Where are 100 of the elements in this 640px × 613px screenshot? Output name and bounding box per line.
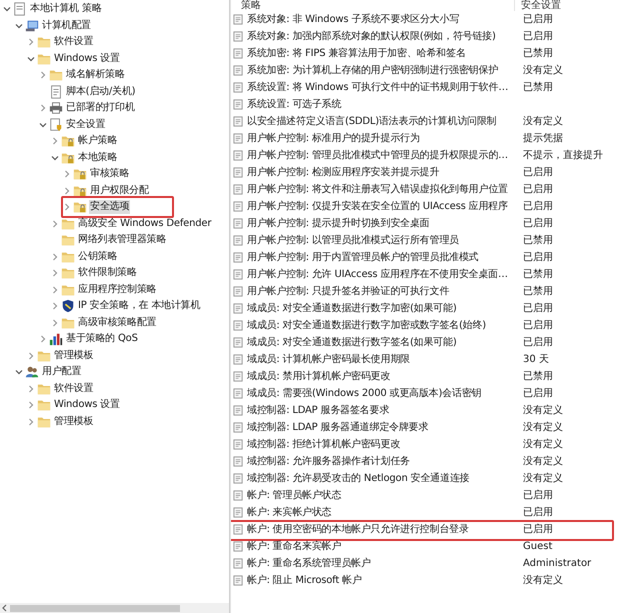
policy-setting: 已启用 — [522, 166, 553, 180]
locked-folder-icon — [61, 134, 75, 148]
policy-name: 系统设置: 可选子系统 — [247, 98, 342, 112]
policy-icon — [233, 490, 244, 501]
expand-chevron-icon[interactable] — [50, 252, 60, 262]
policy-name: 帐户: 重命名来宾帐户 — [247, 540, 342, 554]
printer-icon — [49, 101, 63, 116]
tree-item[interactable]: Windows 设置 — [53, 52, 121, 66]
policy-icon — [233, 116, 244, 127]
policy-setting: 没有定义 — [522, 454, 563, 468]
policy-icon — [233, 65, 244, 76]
expand-chevron-icon[interactable] — [62, 186, 72, 196]
expand-chevron-icon[interactable] — [26, 400, 36, 410]
tree-item[interactable]: 本地计算机 策略 — [29, 2, 103, 16]
policy-icon — [233, 167, 244, 178]
tree-item[interactable]: 高级审核策略配置 — [77, 316, 158, 330]
policy-icon — [233, 14, 244, 25]
policy-name: 域成员: 禁用计算机帐户密码更改 — [247, 370, 392, 384]
expand-chevron-icon[interactable] — [26, 384, 36, 394]
policy-setting: 提示凭据 — [522, 132, 563, 146]
tree-item[interactable]: 管理模板 — [53, 414, 94, 429]
policy-name: 用户帐户控制: 只提升签名并验证的可执行文件 — [247, 284, 450, 298]
policy-name: 域成员: 对安全通道数据进行数字加密或数字签名(始终) — [247, 318, 487, 332]
horizontal-scrollbar[interactable] — [0, 603, 229, 613]
tree-item[interactable]: 应用程序控制策略 — [77, 282, 158, 297]
folder-icon — [37, 52, 51, 66]
tree-item[interactable]: 域名解析策略 — [65, 68, 126, 82]
tree-item[interactable]: 安全选项 — [89, 200, 130, 214]
policy-name: 帐户: 来宾帐户状态 — [247, 506, 333, 520]
folder-icon — [37, 398, 51, 412]
policy-setting: 已启用 — [522, 12, 553, 26]
expand-chevron-icon[interactable] — [50, 301, 60, 312]
tree-item[interactable]: 审核策略 — [89, 167, 130, 182]
tree-item[interactable]: Windows 设置 — [53, 398, 121, 412]
folder-icon — [61, 216, 75, 231]
expand-chevron-icon[interactable] — [38, 103, 48, 114]
tree-item[interactable]: 计算机配置 — [41, 18, 92, 33]
tree-item[interactable]: 安全设置 — [65, 118, 106, 132]
policy-name: 系统设置: 将 Windows 可执行文件中的证书规则用于软件… — [247, 80, 510, 94]
policy-icon — [233, 422, 244, 433]
policy-icon — [233, 286, 244, 297]
policy-name: 系统对象: 加强内部系统对象的默认权限(例如，符号链接) — [247, 30, 497, 44]
expand-chevron-icon[interactable] — [26, 416, 36, 427]
folder-icon — [37, 348, 51, 363]
tree-item[interactable]: 高级安全 Windows Defender — [77, 216, 212, 231]
tree-item[interactable]: 用户权限分配 — [89, 184, 150, 198]
tree-item[interactable]: 用户配置 — [41, 365, 82, 380]
tree-item[interactable]: 基于策略的 QoS — [65, 332, 139, 346]
policy-setting: 不提示，直接提升 — [522, 148, 603, 162]
expand-chevron-icon[interactable] — [50, 268, 60, 278]
expand-chevron-icon[interactable] — [26, 350, 36, 361]
tree-item[interactable]: 帐户策略 — [77, 134, 118, 148]
computer-icon — [25, 18, 39, 33]
expand-chevron-icon[interactable] — [50, 218, 60, 229]
tree-item[interactable]: 网络列表管理器策略 — [77, 233, 168, 248]
policy-name: 系统加密: 将 FIPS 兼容算法用于加密、哈希和签名 — [247, 46, 467, 60]
policy-icon — [233, 218, 244, 229]
policy-icon — [233, 439, 244, 450]
expand-chevron-icon[interactable] — [38, 334, 48, 344]
tree-item[interactable]: 软件设置 — [53, 382, 94, 396]
security-document-icon — [49, 118, 63, 132]
tree-item[interactable]: 管理模板 — [53, 348, 94, 363]
policy-setting: 已禁用 — [522, 234, 553, 248]
policy-icon — [233, 48, 244, 59]
policy-setting: 没有定义 — [522, 574, 563, 588]
policy-setting: 没有定义 — [522, 472, 563, 486]
expand-chevron-icon[interactable] — [50, 136, 60, 146]
policy-name: 以安全描述符定义语言(SDDL)语法表示的计算机访问限制 — [247, 114, 498, 128]
tree-item[interactable]: 软件限制策略 — [77, 266, 138, 280]
expand-chevron-icon[interactable] — [38, 70, 48, 80]
expand-chevron-icon[interactable] — [50, 318, 60, 328]
tree-item[interactable]: 公钥策略 — [77, 250, 118, 264]
policy-name: 域控制器: LDAP 服务器签名要求 — [247, 404, 390, 418]
policy-name: 用户帐户控制: 仅提升安装在安全位置的 UIAccess 应用程序 — [247, 200, 509, 214]
expand-chevron-icon[interactable] — [62, 202, 72, 212]
column-header[interactable]: 策略 — [233, 0, 515, 11]
tree-item[interactable]: IP 安全策略，在 本地计算机 — [77, 299, 202, 314]
policy-setting: 已启用 — [522, 386, 553, 400]
policy-icon — [233, 524, 244, 535]
folder-icon — [61, 233, 75, 248]
policy-icon — [233, 388, 244, 399]
policy-setting: 已启用 — [522, 216, 553, 230]
policy-name: 用户帐户控制: 允许 UIAccess 应用程序在不使用安全桌面… — [247, 268, 509, 282]
policy-setting: 已启用 — [522, 250, 553, 264]
policy-icon — [233, 320, 244, 331]
policy-icon — [233, 133, 244, 144]
users-icon — [25, 365, 39, 380]
expand-chevron-icon[interactable] — [62, 169, 72, 180]
policy-setting: 已启用 — [522, 522, 553, 536]
tree-item[interactable]: 软件设置 — [53, 35, 94, 50]
policy-icon — [233, 473, 244, 484]
policy-setting: Guest — [522, 540, 552, 554]
tree-item[interactable]: 本地策略 — [77, 150, 118, 165]
tree-item[interactable]: 脚本(启动/关机) — [65, 84, 136, 99]
policy-icon — [233, 31, 244, 42]
tree-item[interactable]: 已部署的打印机 — [65, 101, 136, 116]
folder-icon — [37, 414, 51, 429]
expand-chevron-icon[interactable] — [50, 284, 60, 295]
expand-chevron-icon[interactable] — [26, 37, 36, 48]
policy-icon — [233, 456, 244, 467]
